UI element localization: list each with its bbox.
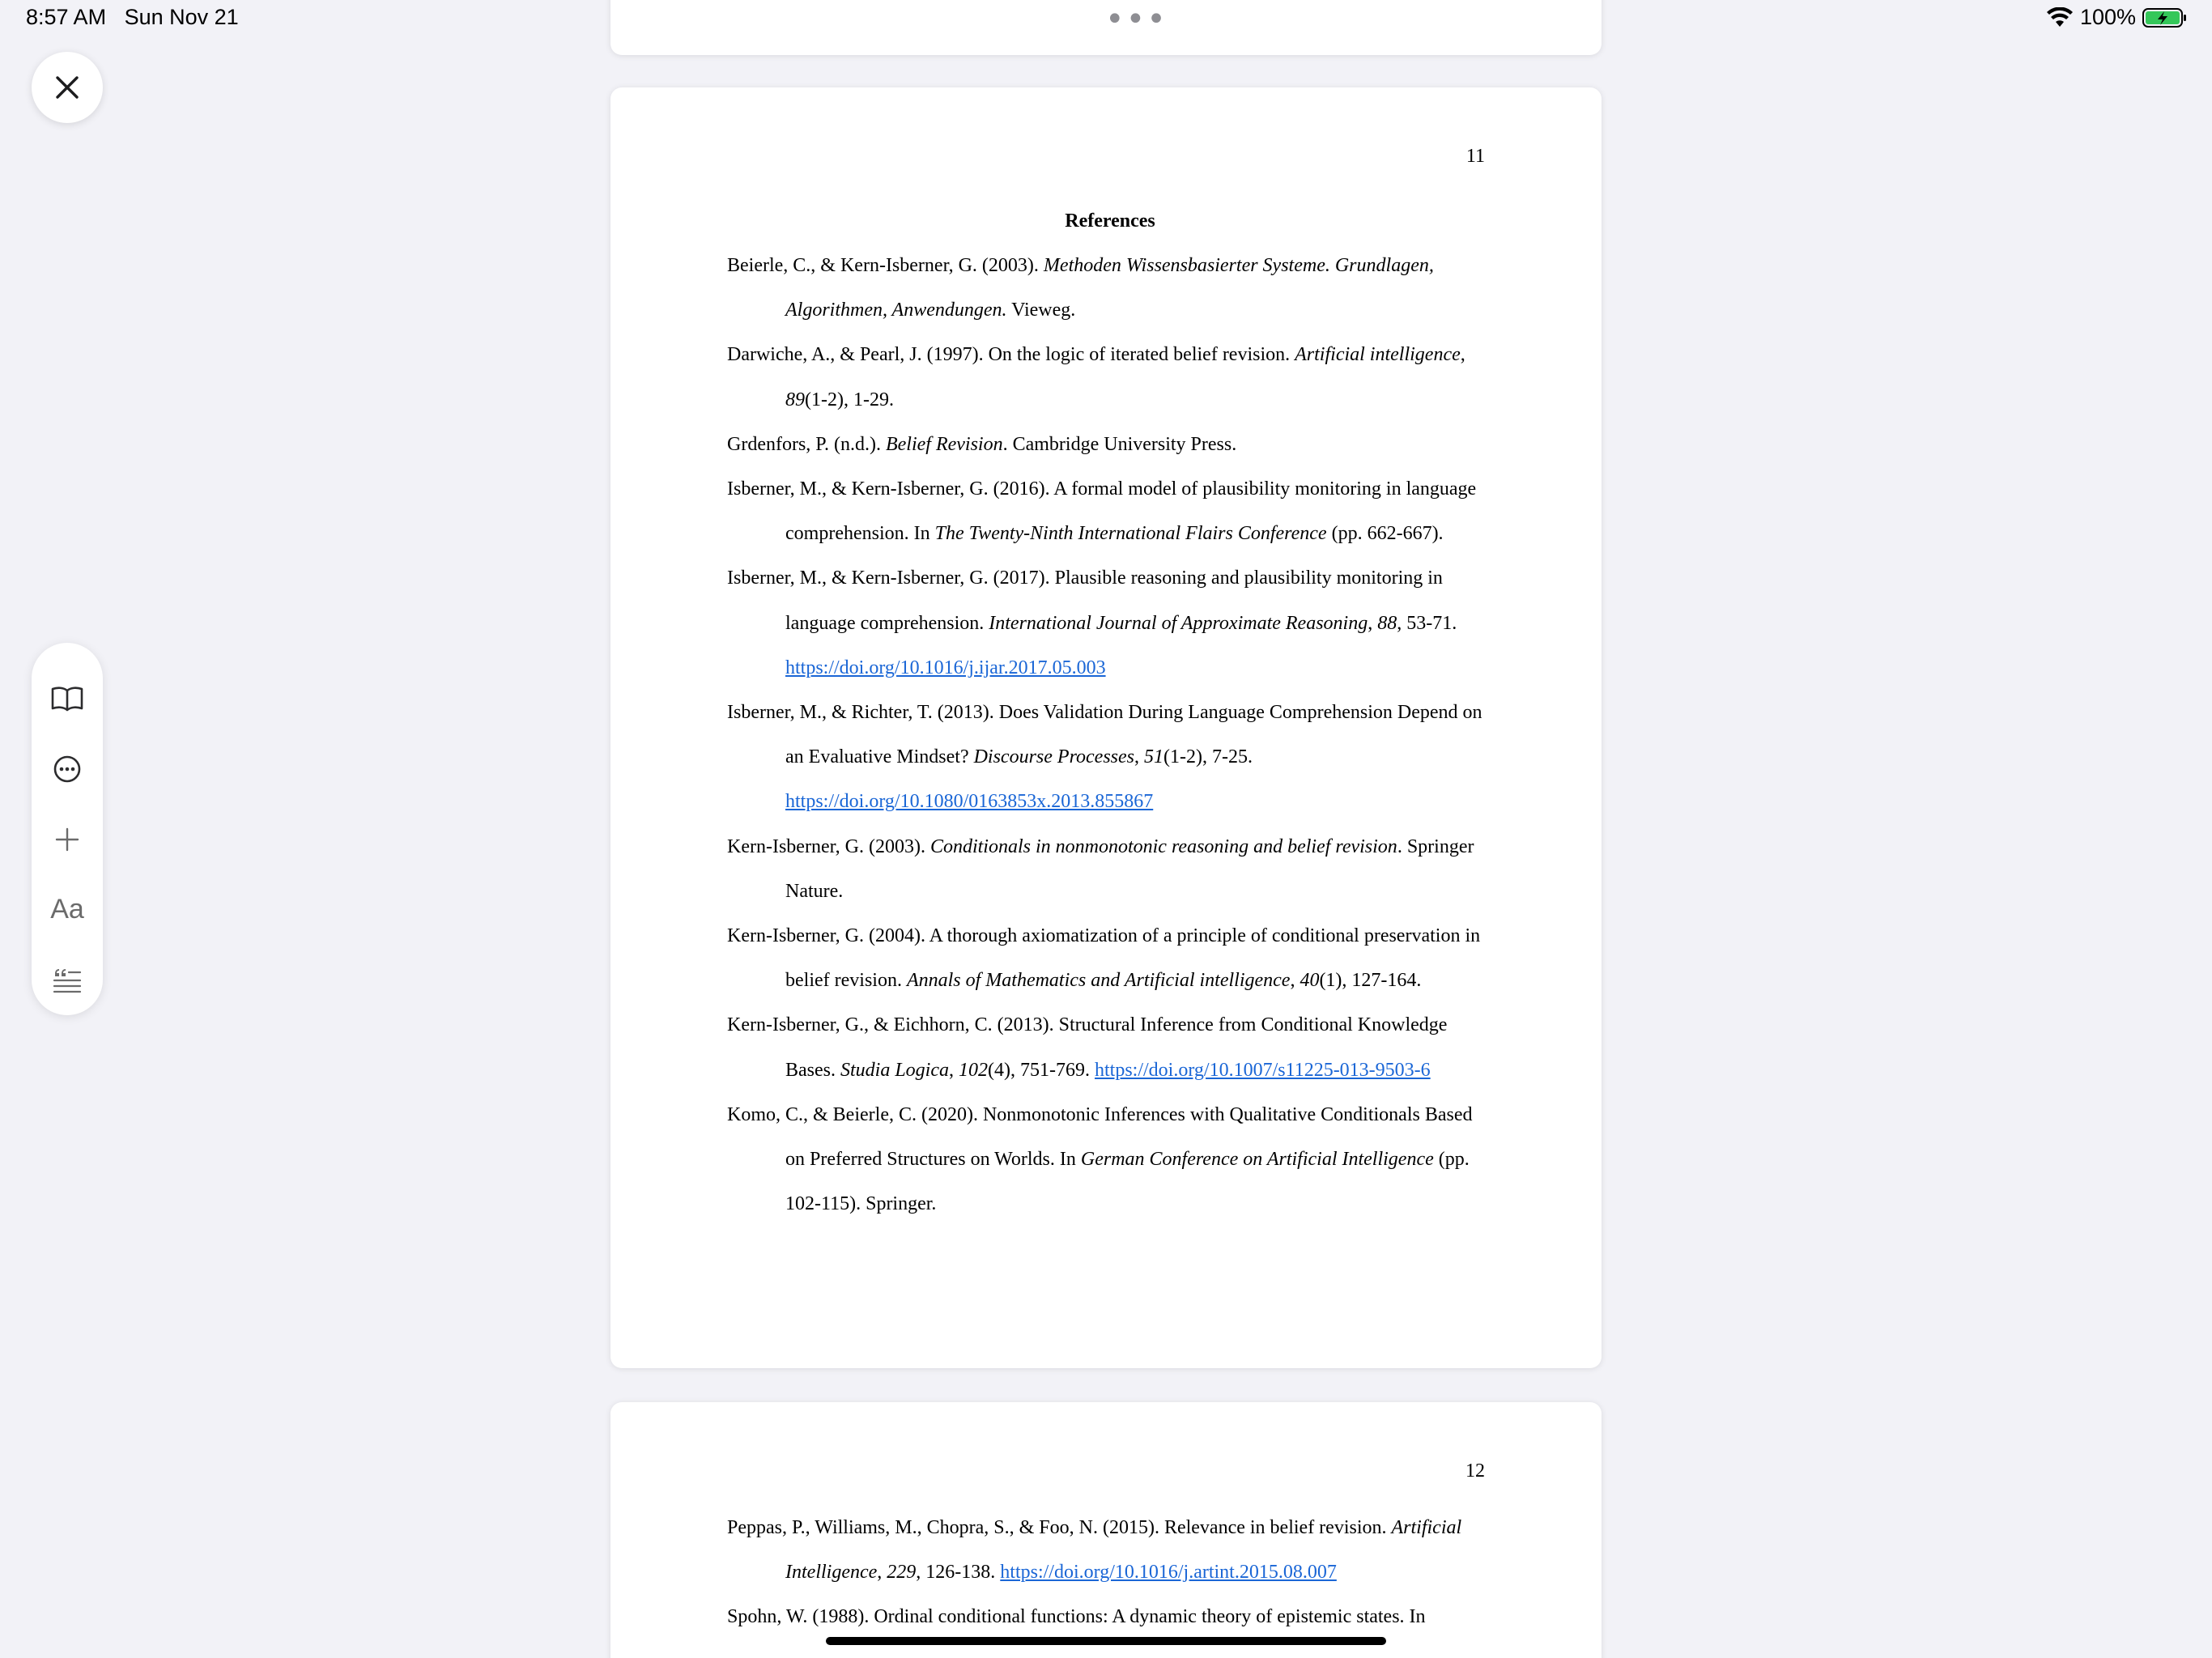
plus-icon [55, 827, 79, 852]
reference-entry: Beierle, C., & Kern-Isberner, G. (2003).… [727, 255, 1434, 321]
document-page-11: 11 References Beierle, C., & Kern-Isbern… [610, 87, 1602, 1368]
reference-entry: Grdenfors, P. (n.d.). Belief Revision. C… [727, 433, 1237, 455]
page-number: 12 [1465, 1460, 1485, 1482]
doi-link[interactable]: https://doi.org/10.1080/0163853x.2013.85… [785, 791, 1153, 812]
reader-toolbar: Aa [32, 643, 103, 1015]
references-continued: Peppas, P., Williams, M., Chopra, S., & … [727, 1506, 1493, 1640]
add-button[interactable] [32, 805, 103, 875]
quote-list-icon [53, 968, 82, 993]
wifi-icon [2046, 6, 2073, 27]
doi-link[interactable]: https://doi.org/10.1016/j.ijar.2017.05.0… [785, 657, 1106, 678]
reference-entry: Spohn, W. (1988). Ordinal conditional fu… [727, 1606, 1426, 1628]
reference-entry: Darwiche, A., & Pearl, J. (1997). On the… [727, 344, 1465, 410]
more-button[interactable] [32, 734, 103, 805]
page-number: 11 [1465, 146, 1485, 167]
time-label: 8:57 AM [26, 5, 107, 29]
home-indicator [826, 1637, 1386, 1645]
more-menu-button[interactable]: ••• [1105, 3, 1168, 36]
close-icon [56, 76, 79, 99]
reference-entry: Isberner, M., & Kern-Isberner, G. (2016)… [727, 478, 1477, 545]
battery-charging-icon [2142, 7, 2186, 28]
reference-entry: Kern-Isberner, G. (2004). A thorough axi… [727, 925, 1481, 992]
reference-entry: Kern-Isberner, G., & Eichhorn, C. (2013)… [727, 1014, 1448, 1081]
book-icon [51, 687, 83, 712]
doi-link[interactable]: https://doi.org/10.1016/j.artint.2015.08… [1000, 1562, 1337, 1583]
battery-percent: 100% [2079, 5, 2136, 29]
appearance-button[interactable]: Aa [32, 874, 103, 945]
reference-entry: Kern-Isberner, G. (2003). Conditionals i… [727, 835, 1474, 902]
reference-list: Peppas, P., Williams, M., Chopra, S., & … [727, 1506, 1493, 1640]
document-page-12: 12 Peppas, P., Williams, M., Chopra, S.,… [610, 1402, 1602, 1658]
status-bar-right: 100% [2046, 5, 2188, 30]
reference-entry: Peppas, P., Williams, M., Chopra, S., & … [727, 1517, 1462, 1584]
date-label: Sun Nov 21 [124, 5, 239, 29]
annotations-button[interactable] [32, 945, 103, 1015]
contents-button[interactable] [32, 664, 103, 734]
reference-entry: Komo, C., & Beierle, C. (2020). Nonmonot… [727, 1103, 1473, 1215]
references-heading: References [1065, 210, 1155, 232]
reference-entry: Isberner, M., & Richter, T. (2013). Does… [727, 702, 1482, 813]
font-icon: Aa [50, 894, 84, 925]
reference-entry: Isberner, M., & Kern-Isberner, G. (2017)… [727, 568, 1457, 678]
status-bar-time: 8:57 AM Sun Nov 21 [26, 5, 239, 30]
references-section: References Beierle, C., & Kern-Isberner,… [727, 199, 1493, 1226]
reference-list: Beierle, C., & Kern-Isberner, G. (2003).… [727, 244, 1493, 1226]
close-button[interactable] [32, 52, 103, 123]
doi-link[interactable]: https://doi.org/10.1007/s11225-013-9503-… [1095, 1060, 1431, 1081]
more-circle-icon [53, 755, 81, 783]
